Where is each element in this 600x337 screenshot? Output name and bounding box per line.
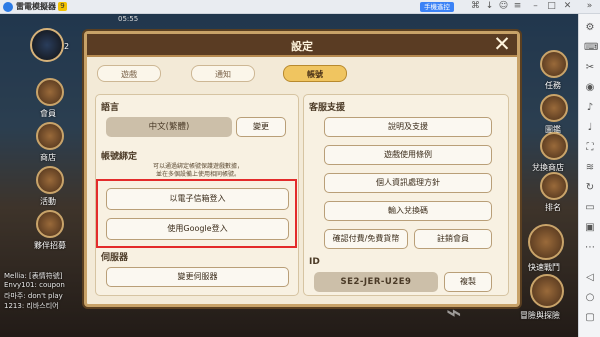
id-section-title: ID — [309, 257, 320, 267]
more-icon[interactable]: ⋯ — [584, 242, 596, 254]
hud-label-ranking: 排名 — [545, 203, 561, 212]
phone-control-button[interactable]: 手機遙控 — [420, 2, 454, 12]
fullscreen-icon[interactable]: ⛶ — [584, 142, 596, 154]
minimize-icon[interactable]: – — [530, 1, 541, 12]
gamepad-icon[interactable]: ⌘ — [470, 1, 481, 12]
recruit-icon[interactable] — [36, 210, 64, 238]
server-section-title: 伺服器 — [101, 253, 129, 263]
payment-history-button[interactable]: 確認付費/免費貨幣 — [324, 229, 408, 249]
account-id-value: SE2-JER-U2E9 — [314, 272, 438, 292]
shop-icon[interactable] — [36, 122, 64, 150]
quick-battle-icon[interactable] — [528, 224, 564, 260]
hud-label-recruit: 夥伴招募 — [34, 241, 66, 250]
emulator-title: 雷電模擬器 — [16, 2, 56, 11]
settings-dialog: 設定 ✕ 遊戲 通知 帳號 語言 中文(繁體) 變更 帳號綁定 可以通過綁定帳號… — [84, 31, 520, 307]
hud-label-exchange: 兌換商店 — [532, 163, 564, 172]
exchange-shop-icon[interactable] — [540, 132, 568, 160]
emulator-side-toolbar: ⚙ ⌨ ✂ ◉ ♪ ♩ ⛶ ≋ ↻ ▭ ▣ ⋯ ◁ ○ ▢ — [578, 14, 600, 337]
redeem-code-button[interactable]: 輸入兌換碼 — [324, 201, 492, 221]
language-section-title: 語言 — [101, 103, 120, 113]
player-level: 2 — [64, 42, 70, 51]
right-panel: 客服支援 說明及支援 遊戲使用條例 個人資訊處理方針 輸入兌換碼 確認付費/免費… — [303, 94, 509, 296]
tab-account[interactable]: 帳號 — [283, 65, 347, 82]
menu-icon[interactable]: ≡ — [512, 1, 523, 12]
folder-icon[interactable]: ▭ — [584, 202, 596, 214]
quest-icon[interactable] — [540, 50, 568, 78]
sidebar-toggle-icon[interactable]: » — [584, 1, 595, 12]
back-icon[interactable]: ◁ — [584, 272, 596, 284]
recent-icon[interactable]: ▢ — [584, 312, 596, 324]
volume-up-icon[interactable]: ♪ — [584, 102, 596, 114]
adventure-icon[interactable] — [530, 274, 564, 308]
home-icon[interactable]: ○ — [584, 292, 596, 304]
dialog-header: 設定 ✕ — [87, 33, 517, 57]
privacy-policy-button[interactable]: 個人資訊處理方針 — [324, 173, 492, 193]
chat-line: Envy101: coupon — [4, 281, 65, 289]
highlight-annotation — [96, 179, 297, 248]
hud-label-shop: 商店 — [40, 153, 56, 162]
tab-notification[interactable]: 通知 — [191, 65, 255, 82]
change-server-button[interactable]: 變更伺服器 — [106, 267, 289, 287]
hud-label-adventure: 冒險與探險 — [520, 311, 560, 320]
user-icon[interactable]: ☺ — [498, 1, 509, 12]
binding-note: 可以通過綁定帳號保護遊戲數據， 並在多個設備上使用相同帳號。 — [106, 163, 290, 179]
account-binding-title: 帳號綁定 — [101, 152, 138, 162]
close-dialog-icon[interactable]: ✕ — [491, 33, 513, 55]
hud-label-event: 活動 — [40, 197, 56, 206]
tab-game[interactable]: 遊戲 — [97, 65, 161, 82]
support-section-title: 客服支援 — [309, 103, 346, 113]
rotate-icon[interactable]: ↻ — [584, 182, 596, 194]
volume-down-icon[interactable]: ♩ — [584, 122, 596, 134]
multi-window-icon[interactable]: ▣ — [584, 222, 596, 234]
change-language-button[interactable]: 變更 — [236, 117, 286, 137]
shake-icon[interactable]: ≋ — [584, 162, 596, 174]
watermark-logo: ⌁ — [446, 298, 462, 328]
hud-label-member: 會員 — [40, 109, 56, 118]
event-icon[interactable] — [36, 166, 64, 194]
codex-icon[interactable] — [540, 94, 568, 122]
emulator-title-bar: 雷電模擬器 9 手機遙控 ⌘ ↓ ☺ ≡ – □ ✕ » — [0, 0, 600, 14]
chat-line: 1213: 리바스티어 — [4, 302, 59, 310]
chat-line: Mellia: [表情符號] — [4, 272, 63, 280]
binding-note-line: 可以通過綁定帳號保護遊戲數據， — [152, 163, 243, 170]
hud-label-quick-battle: 快速戰鬥 — [528, 263, 560, 272]
member-icon[interactable] — [36, 78, 64, 106]
terms-of-use-button[interactable]: 遊戲使用條例 — [324, 145, 492, 165]
player-avatar[interactable] — [30, 28, 64, 62]
current-language: 中文(繁體) — [106, 117, 232, 137]
version-badge: 9 — [58, 2, 67, 11]
close-icon[interactable]: ✕ — [562, 1, 573, 12]
cancel-membership-button[interactable]: 註銷會員 — [414, 229, 492, 249]
record-icon[interactable]: ◉ — [584, 82, 596, 94]
binding-note-line: 並在多個設備上使用相同帳號。 — [155, 171, 240, 178]
ranking-icon[interactable] — [540, 172, 568, 200]
clock-text: 05:55 — [118, 15, 139, 23]
dialog-title: 設定 — [291, 40, 313, 53]
emulator-logo-icon — [3, 2, 13, 12]
download-icon[interactable]: ↓ — [484, 1, 495, 12]
hud-label-quest: 任務 — [545, 81, 561, 90]
restore-icon[interactable]: □ — [546, 1, 557, 12]
keyboard-icon[interactable]: ⌨ — [584, 42, 598, 54]
screenshot-icon[interactable]: ✂ — [584, 62, 596, 74]
copy-id-button[interactable]: 複製 — [444, 272, 492, 292]
help-support-button[interactable]: 說明及支援 — [324, 117, 492, 137]
settings-icon[interactable]: ⚙ — [584, 22, 596, 34]
chat-line: 라마주: don't play — [4, 292, 63, 300]
